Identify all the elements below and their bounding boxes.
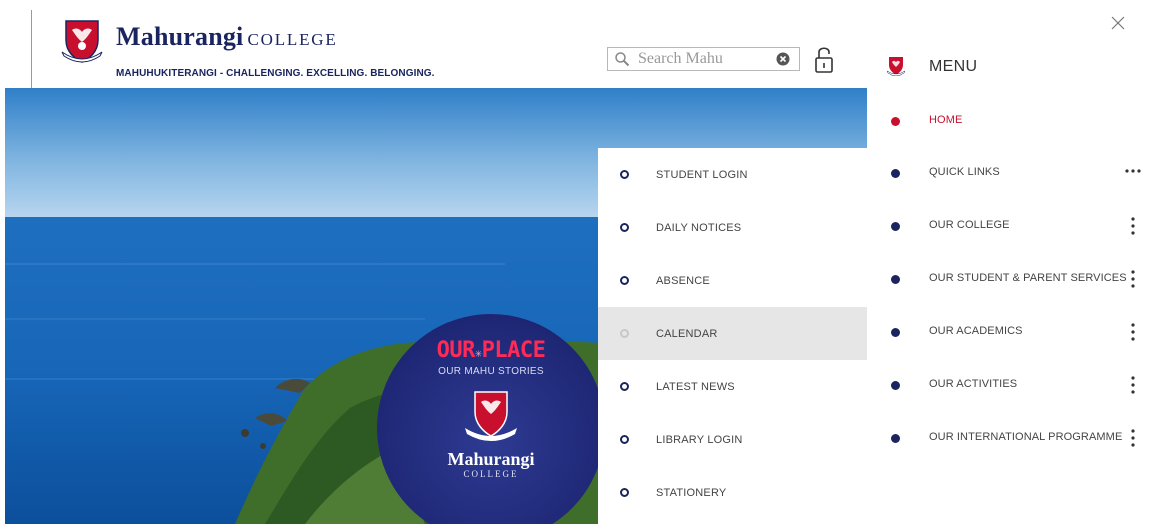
badge-title-place: PLACE bbox=[481, 338, 546, 363]
menu-item-international-programme[interactable]: OUR INTERNATIONAL PROGRAMME bbox=[867, 418, 1151, 458]
menu-bullet-icon bbox=[891, 434, 900, 443]
menu-item-our-academics[interactable]: OUR ACADEMICS bbox=[867, 312, 1151, 352]
quick-link-label: CALENDAR bbox=[656, 327, 718, 340]
page: Mahurangi COLLEGE MAHUHUKITERANGI - CHALL… bbox=[0, 0, 1151, 524]
horizontal-ellipsis-icon[interactable] bbox=[1123, 167, 1143, 175]
menu-item-label: OUR STUDENT & PARENT SERVICES bbox=[929, 272, 1127, 284]
bullet-ring-icon bbox=[620, 435, 629, 444]
menu-crest-icon bbox=[887, 57, 905, 76]
tagline: MAHUHUKITERANGI - CHALLENGING. EXCELLING… bbox=[116, 68, 435, 79]
menu-item-quick-links[interactable]: QUICK LINKS bbox=[867, 153, 1151, 193]
badge-subtitle: OUR MAHU STORIES bbox=[438, 366, 544, 377]
bullet-ring-icon bbox=[620, 488, 629, 497]
login-lock-icon[interactable] bbox=[814, 44, 834, 74]
quick-link-calendar[interactable]: CALENDAR bbox=[598, 307, 867, 360]
quick-links-dropdown: STUDENT LOGIN DAILY NOTICES ABSENCE CALE… bbox=[598, 148, 867, 524]
vertical-ellipsis-icon[interactable] bbox=[1129, 267, 1137, 291]
quick-link-label: ABSENCE bbox=[656, 274, 710, 287]
bullet-ring-icon bbox=[620, 223, 629, 232]
menu-item-label: OUR INTERNATIONAL PROGRAMME bbox=[929, 431, 1123, 443]
college-crest-logo[interactable] bbox=[60, 18, 104, 64]
bullet-ring-icon bbox=[620, 382, 629, 391]
quick-link-latest-news[interactable]: LATEST NEWS bbox=[598, 360, 867, 413]
menu-bullet-icon bbox=[891, 328, 900, 337]
quick-link-stationery[interactable]: STATIONERY bbox=[598, 466, 867, 519]
menu-bullet-icon bbox=[891, 275, 900, 284]
search-input[interactable] bbox=[638, 49, 768, 69]
quick-link-label: LATEST NEWS bbox=[656, 380, 735, 393]
quick-link-daily-notices[interactable]: DAILY NOTICES bbox=[598, 201, 867, 254]
vertical-ellipsis-icon[interactable] bbox=[1129, 320, 1137, 344]
menu-title: MENU bbox=[929, 58, 978, 75]
close-icon[interactable] bbox=[1111, 16, 1125, 30]
clear-search-icon[interactable] bbox=[776, 52, 790, 66]
menu-bullet-icon bbox=[891, 117, 900, 126]
quick-link-student-login[interactable]: STUDENT LOGIN bbox=[598, 148, 867, 201]
brand-wordmark[interactable]: Mahurangi COLLEGE bbox=[116, 22, 338, 52]
badge-college: COLLEGE bbox=[463, 469, 519, 479]
menu-item-our-college[interactable]: OUR COLLEGE bbox=[867, 206, 1151, 246]
vertical-ellipsis-icon[interactable] bbox=[1129, 373, 1137, 397]
bullet-ring-icon bbox=[620, 276, 629, 285]
badge-name: Mahurangi bbox=[447, 449, 535, 469]
menu-item-our-activities[interactable]: OUR ACTIVITIES bbox=[867, 365, 1151, 405]
header-divider bbox=[31, 10, 32, 88]
badge-crest-icon bbox=[465, 391, 517, 441]
menu-item-student-parent-services[interactable]: OUR STUDENT & PARENT SERVICES bbox=[867, 259, 1151, 299]
brand-suffix: COLLEGE bbox=[247, 30, 338, 49]
search-icon[interactable] bbox=[614, 51, 630, 67]
menu-bullet-icon bbox=[891, 169, 900, 178]
quick-link-label: STUDENT LOGIN bbox=[656, 168, 748, 181]
side-menu-panel: MENU HOME QUICK LINKS OUR COLLEGE OUR ST… bbox=[867, 0, 1151, 524]
vertical-ellipsis-icon[interactable] bbox=[1129, 214, 1137, 238]
bullet-ring-icon bbox=[620, 170, 629, 179]
site-header: Mahurangi COLLEGE MAHUHUKITERANGI - CHALL… bbox=[0, 0, 867, 90]
brand-name: Mahurangi bbox=[116, 22, 244, 51]
vertical-ellipsis-icon[interactable] bbox=[1129, 426, 1137, 450]
menu-bullet-icon bbox=[891, 222, 900, 231]
search-box bbox=[607, 47, 800, 71]
quick-link-absence[interactable]: ABSENCE bbox=[598, 254, 867, 307]
menu-item-label: OUR ACTIVITIES bbox=[929, 378, 1018, 390]
quick-link-label: STATIONERY bbox=[656, 486, 727, 499]
menu-item-label: OUR COLLEGE bbox=[929, 219, 1010, 231]
quick-link-library-login[interactable]: LIBRARY LOGIN bbox=[598, 413, 867, 466]
quick-link-label: DAILY NOTICES bbox=[656, 221, 742, 234]
menu-item-label: OUR ACADEMICS bbox=[929, 325, 1023, 337]
quick-link-label: LIBRARY LOGIN bbox=[656, 433, 743, 446]
menu-item-label: QUICK LINKS bbox=[929, 166, 1000, 178]
menu-item-label: HOME bbox=[929, 114, 963, 126]
badge-title-our: OUR bbox=[436, 338, 476, 363]
badge-content[interactable]: OUR✳PLACE OUR MAHU STORIES Mahurangi COL… bbox=[377, 316, 605, 524]
menu-item-home[interactable]: HOME bbox=[867, 101, 1151, 141]
bullet-ring-icon bbox=[620, 329, 629, 338]
menu-bullet-icon bbox=[891, 381, 900, 390]
